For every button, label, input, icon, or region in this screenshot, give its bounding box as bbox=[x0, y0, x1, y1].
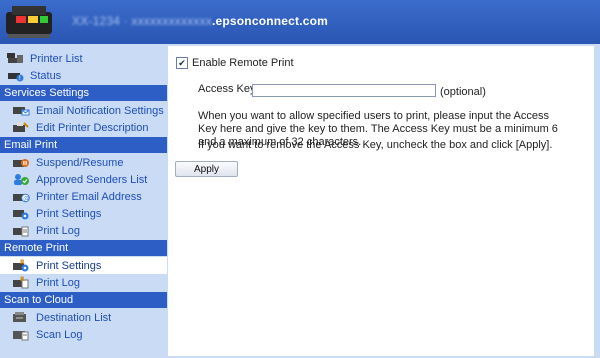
sidebar-item-print-log[interactable]: Print Log bbox=[0, 222, 167, 239]
enable-remote-print-label: Enable Remote Print bbox=[192, 57, 294, 69]
sidebar-item-label: Approved Senders List bbox=[36, 173, 148, 186]
section-email-print: Email Print bbox=[0, 137, 167, 153]
status-icon: ! bbox=[6, 69, 26, 83]
sidebar-item-remote-print-settings[interactable]: R Print Settings bbox=[0, 257, 167, 274]
printer-list-icon bbox=[6, 52, 26, 66]
sidebar-item-label: Printer List bbox=[30, 52, 83, 65]
remote-print-log-icon: R bbox=[12, 276, 32, 290]
sidebar-item-approved-senders-list[interactable]: Approved Senders List bbox=[0, 171, 167, 188]
sidebar-item-label: Email Notification Settings bbox=[36, 104, 164, 117]
sidebar-item-scan-log[interactable]: Scan Log bbox=[0, 326, 167, 343]
sidebar-item-suspend-resume[interactable]: Suspend/Resume bbox=[0, 154, 167, 171]
sidebar-item-remote-print-log[interactable]: R Print Log bbox=[0, 274, 167, 291]
sidebar-item-label: Status bbox=[30, 69, 62, 82]
sidebar-item-label: Printer Email Address bbox=[36, 190, 142, 203]
approved-senders-icon bbox=[12, 173, 32, 187]
sidebar-item-edit-printer-description[interactable]: Edit Printer Description bbox=[0, 119, 167, 136]
print-settings-icon bbox=[12, 207, 32, 221]
sidebar-item-printer-email-address[interactable]: @ Printer Email Address bbox=[0, 188, 167, 205]
svg-text:R: R bbox=[20, 276, 25, 283]
section-services-settings: Services Settings bbox=[0, 85, 167, 101]
sidebar-item-label: Edit Printer Description bbox=[36, 121, 149, 134]
scan-log-icon bbox=[12, 328, 32, 342]
remote-print-settings-icon: R bbox=[12, 259, 32, 273]
sidebar-item-email-notification-settings[interactable]: Email Notification Settings bbox=[0, 102, 167, 119]
sidebar-item-label: Print Log bbox=[36, 224, 81, 237]
sidebar-item-destination-list[interactable]: Destination List bbox=[0, 309, 167, 326]
access-key-label: Access Key: bbox=[198, 83, 259, 95]
apply-button[interactable]: Apply bbox=[175, 161, 238, 177]
svg-text:R: R bbox=[20, 259, 25, 266]
sidebar-item-printer-list[interactable]: Printer List bbox=[0, 50, 167, 67]
sidebar-item-label: Print Settings bbox=[36, 207, 102, 220]
print-log-icon bbox=[12, 224, 32, 238]
printer-description-icon bbox=[12, 121, 32, 135]
email-notification-icon bbox=[12, 104, 32, 118]
sidebar-item-label: Scan Log bbox=[36, 328, 83, 341]
printer-image-icon bbox=[2, 2, 58, 42]
sidebar-item-print-settings[interactable]: Print Settings bbox=[0, 205, 167, 222]
sidebar-item-label: Suspend/Resume bbox=[36, 156, 124, 169]
sidebar-item-status[interactable]: ! Status bbox=[0, 67, 167, 84]
access-key-row: Access Key: bbox=[198, 83, 259, 95]
optional-label: (optional) bbox=[440, 86, 486, 98]
section-remote-print: Remote Print bbox=[0, 240, 167, 256]
access-key-input[interactable] bbox=[252, 84, 436, 97]
sidebar-item-label: Print Settings bbox=[36, 259, 102, 272]
remove-key-note: If you want to remove the Access Key, un… bbox=[198, 139, 553, 151]
header-bar: XX-1234 · xxxxxxxxxxxxx.epsonconnect.com bbox=[0, 0, 600, 44]
header-title-blurred: XX-1234 · xxxxxxxxxxxxx bbox=[72, 14, 212, 28]
enable-remote-print-row: ✔ Enable Remote Print bbox=[176, 57, 294, 69]
destination-list-icon bbox=[12, 311, 32, 325]
enable-remote-print-checkbox[interactable]: ✔ bbox=[176, 57, 188, 69]
sidebar-item-label: Print Log bbox=[36, 276, 81, 289]
svg-text:!: ! bbox=[19, 75, 21, 82]
suspend-resume-icon bbox=[12, 156, 32, 170]
section-scan-to-cloud: Scan to Cloud bbox=[0, 292, 167, 308]
header-title-domain: .epsonconnect.com bbox=[211, 14, 329, 28]
printer-email-icon: @ bbox=[12, 190, 32, 204]
main-panel: ✔ Enable Remote Print Access Key: (optio… bbox=[168, 46, 594, 356]
sidebar-item-label: Destination List bbox=[36, 311, 112, 324]
svg-text:@: @ bbox=[23, 195, 29, 202]
sidebar: Printer List ! Status Services Settings … bbox=[0, 44, 167, 358]
header-title: XX-1234 · xxxxxxxxxxxxx.epsonconnect.com bbox=[72, 14, 328, 28]
